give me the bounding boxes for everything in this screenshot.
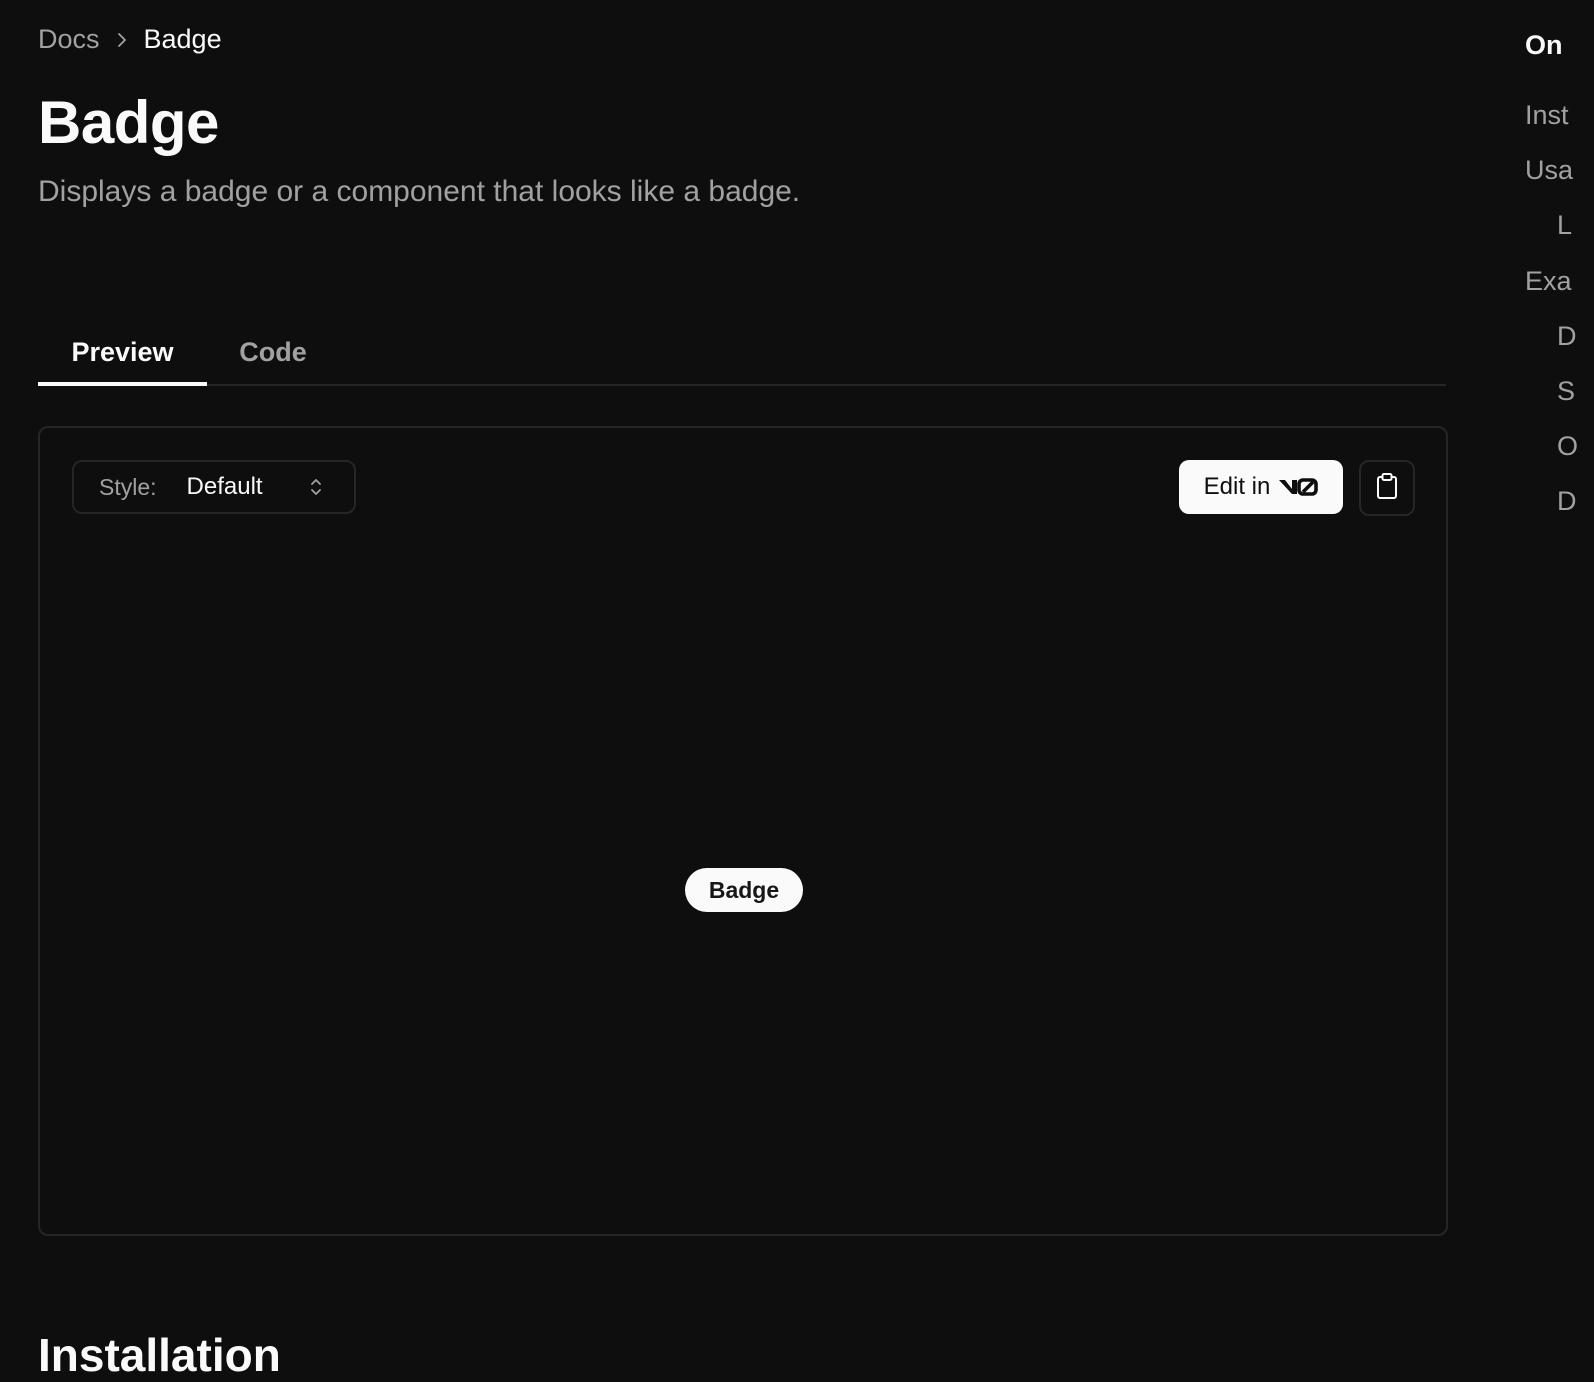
toc-item-examples[interactable]: Exa [1525,266,1572,297]
preview-panel: Style: Default Edit in Badge [38,426,1448,1236]
tab-list: Preview Code [38,320,1446,386]
toc-item-example-4[interactable]: D [1557,486,1577,517]
page-description: Displays a badge or a component that loo… [38,175,801,208]
docs-page: Docs Badge Badge Displays a badge or a c… [0,0,1594,1382]
edit-in-v0-button[interactable]: Edit in [1179,460,1343,514]
toc-item-sub[interactable]: L [1557,210,1572,241]
tab-code[interactable]: Code [238,320,308,384]
toc-item-example-1[interactable]: D [1557,321,1577,352]
tab-preview[interactable]: Preview [38,320,207,386]
toc-item-example-3[interactable]: O [1557,431,1578,462]
v0-logo [1278,477,1319,497]
copy-code-button[interactable] [1359,460,1415,516]
style-select-label: Style: [99,473,157,500]
toc-item-usage[interactable]: Usa [1525,155,1573,186]
breadcrumb-docs-link[interactable]: Docs [38,24,100,55]
chevrons-up-down-icon [306,475,326,499]
breadcrumb-current: Badge [143,24,222,54]
installation-heading: Installation [38,1329,281,1381]
toc-item-example-2[interactable]: S [1557,376,1575,407]
toc-title: On [1525,30,1563,60]
breadcrumb: Docs Badge [38,24,222,55]
toc-item-installation[interactable]: Inst [1525,100,1569,131]
clipboard-icon [1374,472,1400,505]
on-this-page-nav: On Inst Usa L Exa D S O D [1525,0,1594,1382]
badge-demo: Badge [685,868,803,912]
style-select[interactable]: Style: Default [72,460,356,514]
style-select-value: Default [186,473,263,500]
edit-in-label: Edit in [1203,473,1271,500]
chevron-right-icon [112,30,132,50]
page-title: Badge [38,89,219,156]
